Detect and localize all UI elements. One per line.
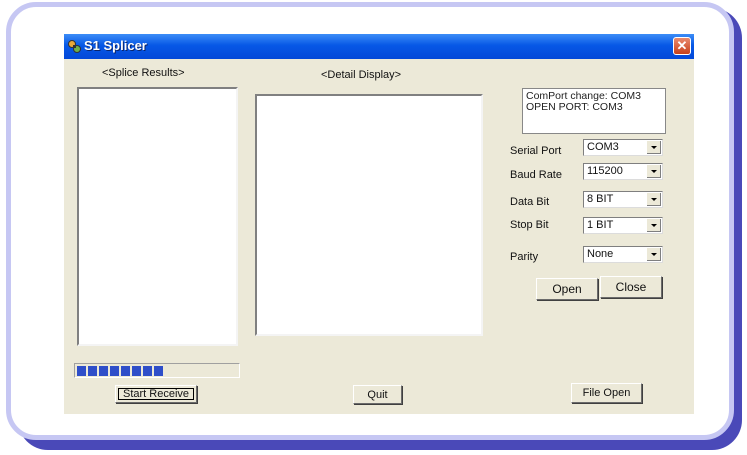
data-bit-value: 8 BIT <box>587 193 614 205</box>
status-log: ComPort change: COM3 OPEN PORT: COM3 <box>522 88 666 134</box>
stop-bit-select[interactable]: 1 BIT <box>583 217 663 234</box>
baud-rate-select[interactable]: 115200 <box>583 163 663 180</box>
chevron-down-icon[interactable] <box>647 165 661 178</box>
parity-value: None <box>587 248 614 260</box>
chevron-down-icon[interactable] <box>647 248 661 261</box>
detail-display-panel[interactable] <box>255 94 483 336</box>
open-button[interactable]: Open <box>536 278 598 300</box>
baud-rate-value: 115200 <box>587 165 623 177</box>
serial-port-label: Serial Port <box>510 145 562 157</box>
start-receive-button[interactable]: Start Receive <box>115 385 197 403</box>
parity-label: Parity <box>510 251 539 263</box>
chevron-down-icon[interactable] <box>647 141 661 154</box>
title-bar[interactable]: S1 Splicer ✕ <box>64 34 694 59</box>
splice-results-label: <Splice Results> <box>102 67 185 79</box>
detail-display-label: <Detail Display> <box>321 69 402 81</box>
stop-bit-label: Stop Bit <box>510 219 549 231</box>
window-title: S1 Splicer <box>84 38 147 53</box>
stop-bit-value: 1 BIT <box>587 219 614 231</box>
close-button[interactable]: ✕ <box>673 37 691 55</box>
serial-port-value: COM3 <box>587 141 619 153</box>
app-icon <box>68 40 81 53</box>
serial-port-select[interactable]: COM3 <box>583 139 663 156</box>
data-bit-label: Data Bit <box>510 196 550 208</box>
parity-select[interactable]: None <box>583 246 663 263</box>
receive-progress-bar <box>74 363 240 378</box>
close-port-button[interactable]: Close <box>600 276 662 298</box>
chevron-down-icon[interactable] <box>647 193 661 206</box>
file-open-button[interactable]: File Open <box>571 383 642 403</box>
status-line: OPEN PORT: COM3 <box>526 101 623 113</box>
chevron-down-icon[interactable] <box>647 219 661 232</box>
quit-button[interactable]: Quit <box>353 385 402 404</box>
progress-fill <box>77 366 165 376</box>
data-bit-select[interactable]: 8 BIT <box>583 191 663 208</box>
close-icon: ✕ <box>676 38 688 53</box>
splice-results-list[interactable] <box>77 87 238 346</box>
baud-rate-label: Baud Rate <box>510 169 562 181</box>
app-window: S1 Splicer ✕ <Splice Results> <Detail Di… <box>64 34 694 414</box>
